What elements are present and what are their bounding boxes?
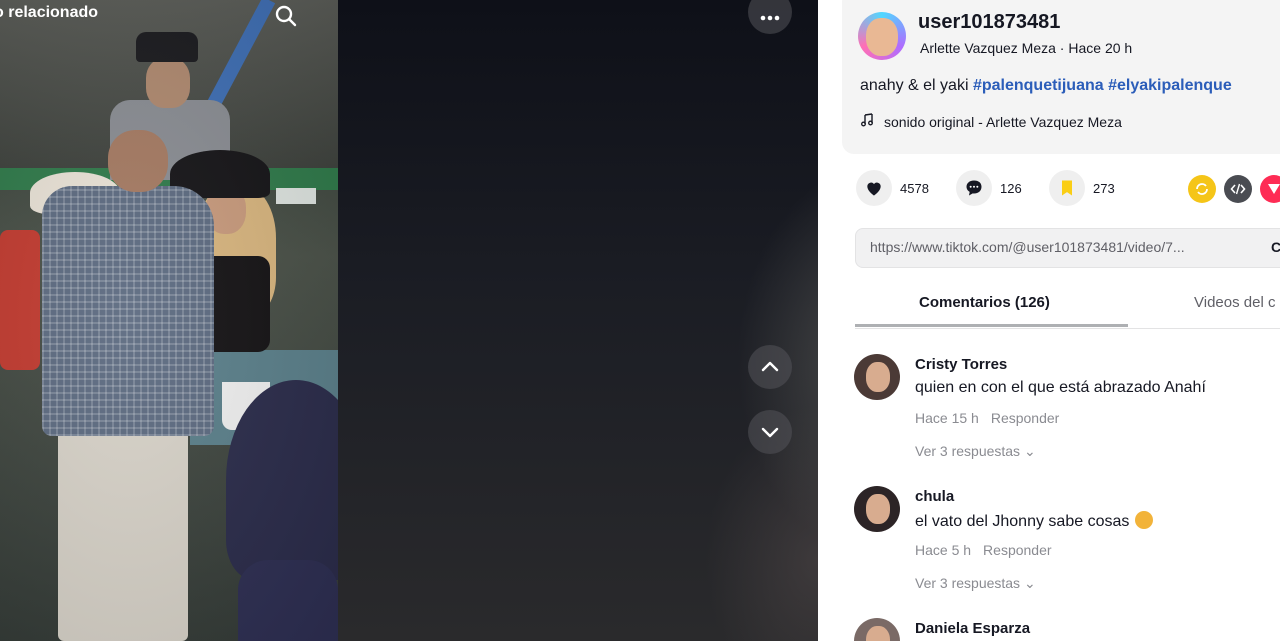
author-name[interactable]: Arlette Vazquez Meza bbox=[920, 40, 1056, 56]
view-replies-button[interactable]: Ver 3 respuestas ⌄ bbox=[915, 575, 1036, 592]
related-label[interactable]: o relacionado bbox=[0, 2, 98, 24]
comment-count: 126 bbox=[1000, 180, 1022, 196]
video-link-field[interactable]: https://www.tiktok.com/@user101873481/vi… bbox=[855, 228, 1280, 268]
music-title: sonido original - Arlette Vazquez Meza bbox=[884, 114, 1122, 130]
caption-text: anahy & el yaki bbox=[860, 77, 973, 94]
save-button[interactable]: 273 bbox=[1049, 170, 1115, 206]
active-tab-indicator bbox=[855, 324, 1128, 327]
reply-button[interactable]: Responder bbox=[983, 542, 1052, 558]
author-avatar[interactable] bbox=[858, 12, 906, 60]
author-card: user101873481 Arlette Vazquez Meza · Hac… bbox=[842, 0, 1280, 154]
heart-icon bbox=[856, 170, 892, 206]
comment-meta: Hace 15 h Responder bbox=[915, 410, 1059, 426]
music-link[interactable]: sonido original - Arlette Vazquez Meza bbox=[860, 113, 1122, 130]
author-username[interactable]: user101873481 bbox=[918, 11, 1060, 34]
comment-time: Hace 15 h bbox=[915, 410, 979, 426]
reply-button[interactable]: Responder bbox=[991, 410, 1060, 426]
commenter-avatar[interactable] bbox=[854, 486, 900, 532]
save-count: 273 bbox=[1093, 180, 1115, 196]
view-replies-button[interactable]: Ver 3 respuestas ⌄ bbox=[915, 443, 1036, 460]
commenter-avatar[interactable] bbox=[854, 354, 900, 400]
commenter-name[interactable]: Daniela Esparza bbox=[915, 620, 1030, 637]
commenter-name[interactable]: Cristy Torres bbox=[915, 356, 1007, 373]
chevron-down-icon bbox=[761, 427, 779, 438]
hashtag-link[interactable]: #elyakipalenque bbox=[1108, 77, 1232, 94]
panel-tabs: Comentarios (126) Videos del c bbox=[855, 282, 1280, 329]
tab-creator-videos[interactable]: Videos del c bbox=[1194, 294, 1275, 311]
comment-text: el vato del Jhonny sabe cosas bbox=[915, 511, 1154, 531]
previous-video-button[interactable] bbox=[748, 345, 792, 389]
more-horizontal-icon bbox=[760, 15, 780, 21]
hashtag-link[interactable]: #palenquetijuana bbox=[973, 77, 1104, 94]
blurred-video-background bbox=[338, 0, 818, 641]
chevron-up-icon bbox=[761, 361, 779, 372]
tab-comments[interactable]: Comentarios (126) bbox=[919, 294, 1050, 311]
comment-time: Hace 5 h bbox=[915, 542, 972, 558]
author-meta: Arlette Vazquez Meza · Hace 20 h bbox=[920, 40, 1132, 56]
like-button[interactable]: 4578 bbox=[856, 170, 929, 206]
commenter-avatar[interactable] bbox=[854, 618, 900, 641]
video-frame[interactable] bbox=[0, 0, 338, 641]
like-count: 4578 bbox=[900, 180, 929, 196]
comment-meta: Hace 5 h Responder bbox=[915, 542, 1052, 558]
send-icon[interactable] bbox=[1260, 175, 1280, 203]
comment-text: quien en con el que está abrazado Anahí bbox=[915, 379, 1206, 396]
details-panel: user101873481 Arlette Vazquez Meza · Hac… bbox=[818, 0, 1280, 641]
commenter-name[interactable]: chula bbox=[915, 488, 954, 505]
bookmark-icon bbox=[1049, 170, 1085, 206]
laughing-emoji-icon bbox=[1135, 511, 1154, 529]
embed-icon[interactable] bbox=[1224, 175, 1252, 203]
video-url: https://www.tiktok.com/@user101873481/vi… bbox=[870, 239, 1185, 255]
meta-separator: · bbox=[1055, 40, 1069, 56]
post-time: Hace 20 h bbox=[1068, 40, 1133, 56]
video-stage: o relacionado bbox=[0, 0, 818, 641]
comment-text-content: el vato del Jhonny sabe cosas bbox=[915, 513, 1130, 530]
copy-link-button[interactable]: Co bbox=[1271, 239, 1280, 255]
repost-icon[interactable] bbox=[1188, 175, 1216, 203]
post-caption: anahy & el yaki #palenquetijuana #elyaki… bbox=[860, 77, 1232, 95]
comment-icon bbox=[956, 170, 992, 206]
next-video-button[interactable] bbox=[748, 410, 792, 454]
comment-button[interactable]: 126 bbox=[956, 170, 1022, 206]
video-vignette bbox=[0, 0, 338, 641]
search-icon[interactable] bbox=[272, 2, 300, 30]
music-note-icon bbox=[860, 113, 876, 130]
